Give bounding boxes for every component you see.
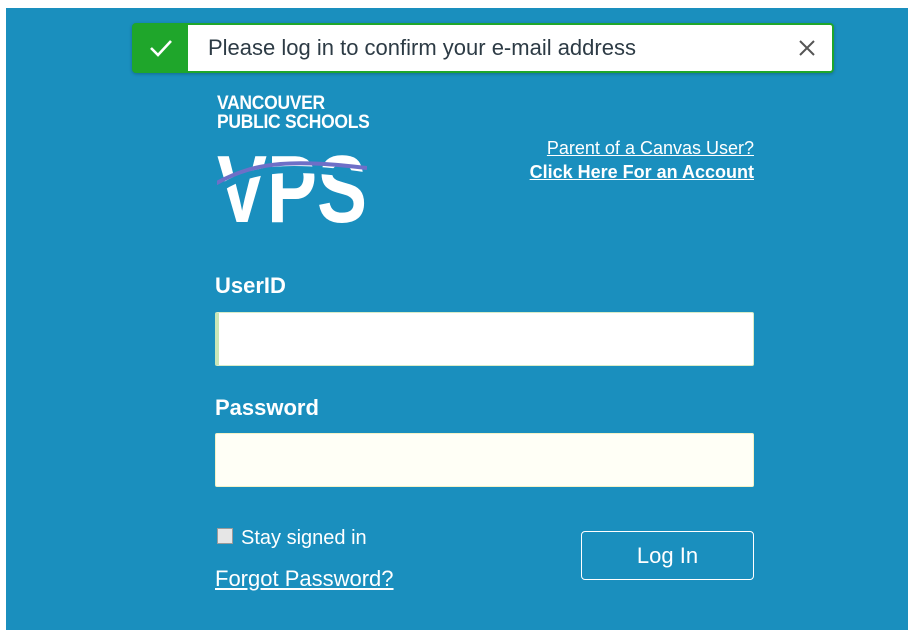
parent-create-account-link[interactable]: Click Here For an Account — [530, 160, 754, 184]
password-input[interactable] — [215, 433, 754, 487]
userid-input[interactable] — [215, 312, 754, 366]
forgot-password-link[interactable]: Forgot Password? — [215, 566, 394, 592]
stay-signed-in-label: Stay signed in — [241, 527, 367, 549]
userid-label: UserID — [215, 273, 286, 298]
password-label: Password — [215, 395, 319, 420]
vps-logo: VANCOUVER PUBLIC SCHOOLS VPS — [217, 94, 377, 229]
check-icon — [134, 25, 188, 71]
vps-logo-mark: VPS — [217, 138, 367, 226]
flash-message-text: Please log in to confirm your e-mail add… — [208, 35, 636, 60]
close-icon[interactable] — [782, 25, 832, 71]
flash-message: Please log in to confirm your e-mail add… — [132, 23, 834, 73]
stay-signed-in[interactable]: Stay signed in — [217, 527, 367, 550]
parent-account-links: Parent of a Canvas User? Click Here For … — [530, 136, 754, 184]
stay-signed-in-checkbox[interactable] — [217, 527, 233, 544]
logo-line-vancouver: VANCOUVER — [217, 93, 325, 114]
logo-line-public-schools: PUBLIC SCHOOLS — [217, 112, 370, 133]
parent-canvas-user-link[interactable]: Parent of a Canvas User? — [530, 136, 754, 160]
login-button[interactable]: Log In — [581, 531, 754, 580]
